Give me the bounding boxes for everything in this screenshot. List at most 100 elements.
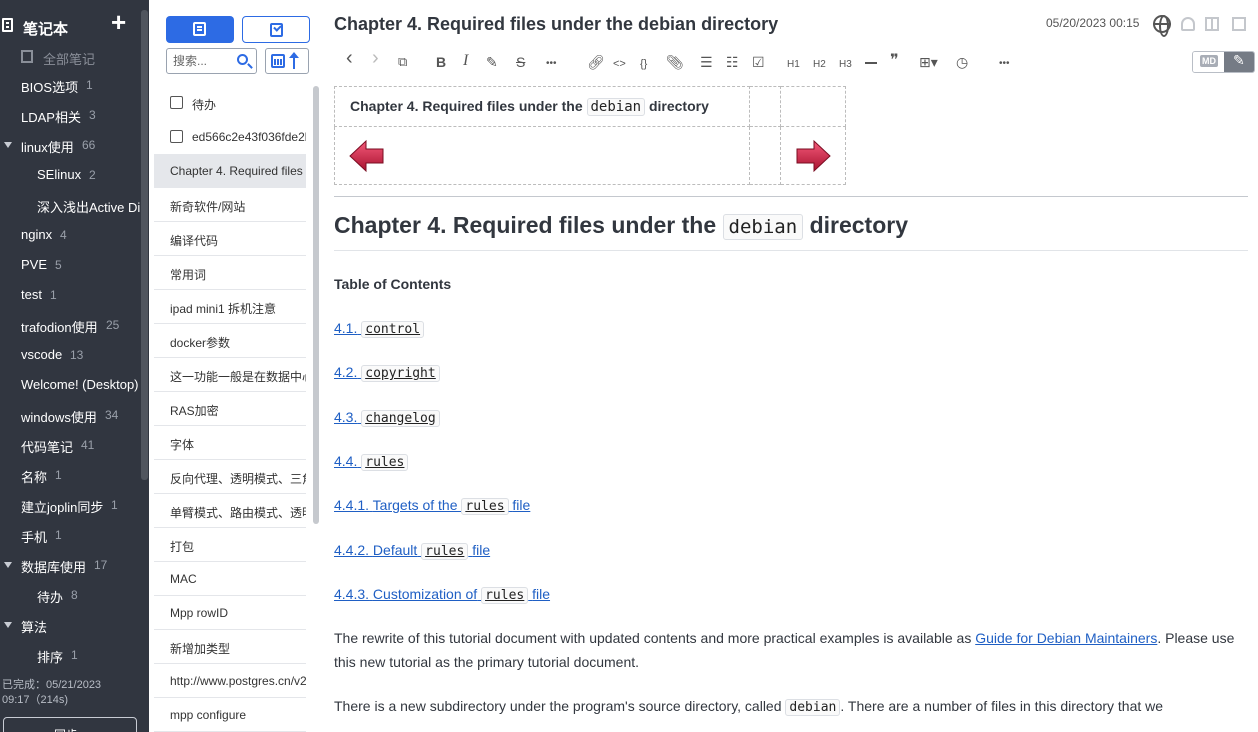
sidebar-scrollbar[interactable] [141, 10, 148, 480]
inline-code-button[interactable]: <> [613, 56, 626, 72]
note-list-item[interactable]: Chapter 4. Required files ur [154, 154, 306, 188]
italic-button[interactable]: I [463, 53, 468, 69]
bullet-list-icon[interactable]: ☰ [700, 54, 713, 70]
sidebar-item[interactable]: SElinux 2 [0, 164, 149, 188]
layout-toggle-icon[interactable] [1205, 17, 1219, 31]
heading2-button[interactable]: H2 [813, 57, 826, 73]
note-list-item[interactable]: mpp configure [154, 698, 306, 732]
highlight-icon[interactable]: ✎ [486, 54, 498, 70]
note-list-item[interactable]: 新增加类型 [154, 630, 306, 664]
clock-icon[interactable]: ◷ [956, 54, 968, 70]
note-list-item[interactable]: docker参数 [154, 324, 306, 358]
richtext-mode-icon[interactable] [1224, 52, 1254, 72]
markdown-mode-icon[interactable] [1193, 52, 1224, 72]
search-icon[interactable] [237, 54, 248, 65]
sidebar-item-count: 13 [70, 348, 84, 362]
sidebar-item[interactable]: 排序 1 [0, 644, 149, 668]
globe-icon[interactable] [1153, 15, 1171, 37]
forward-button[interactable]: › [372, 48, 379, 68]
toc-link[interactable]: 4.4.3. Customization of rules file [334, 586, 550, 604]
strikethrough-button[interactable]: S [516, 54, 525, 70]
toc-link[interactable]: 4.4.1. Targets of the rules file [334, 497, 530, 516]
search-input[interactable] [173, 53, 231, 69]
sidebar-item[interactable]: 建立joplin同步 1 [0, 494, 149, 518]
toc-link[interactable]: 4.3. changelog [334, 409, 440, 427]
sidebar-item[interactable]: 数据库使用 17 [0, 554, 149, 578]
note-list-item[interactable]: RAS加密 [154, 392, 306, 426]
sidebar-item[interactable]: linux使用 66 [0, 134, 149, 158]
sidebar-item[interactable]: windows使用 34 [0, 404, 149, 428]
note-list-item[interactable]: 编译代码 [154, 222, 306, 256]
bold-button[interactable]: B [436, 54, 446, 70]
sidebar-item[interactable]: trafodion使用 25 [0, 314, 149, 338]
sidebar-item[interactable]: 深入浅出Active Di [0, 194, 149, 218]
heading3-button[interactable]: H3 [839, 57, 852, 73]
new-note-button[interactable] [166, 16, 234, 43]
toc-code: rules [461, 498, 509, 516]
back-button[interactable]: ‹ [346, 48, 353, 68]
add-notebook-button[interactable]: + [111, 8, 126, 36]
sidebar-item[interactable]: PVE 5 [0, 254, 149, 278]
note-list-item[interactable]: Mpp rowID [154, 596, 306, 630]
window-icon[interactable] [1232, 17, 1246, 31]
blockquote-button[interactable]: ❞ [890, 53, 899, 69]
note-list-item[interactable]: 常用词 [154, 256, 306, 290]
sidebar-item[interactable]: LDAP相关 3 [0, 104, 149, 128]
numbered-list-icon[interactable]: ☷ [726, 54, 739, 70]
external-edit-icon[interactable]: ⧉ [398, 54, 407, 70]
sidebar-item[interactable]: 手机 1 [0, 524, 149, 548]
note-list-item[interactable]: 这一功能一般是在数据中心 [154, 358, 306, 392]
sidebar-item[interactable]: nginx 4 [0, 224, 149, 248]
todo-item[interactable]: 待办 [154, 86, 306, 120]
sort-order-arrow-icon[interactable] [289, 52, 299, 69]
todo-checkbox[interactable] [170, 130, 183, 143]
next-arrow-icon[interactable] [795, 139, 831, 173]
note-list-item[interactable]: MAC [154, 562, 306, 596]
chevron-down-icon[interactable] [4, 142, 12, 148]
note-list-item[interactable]: ipad mini1 拆机注意 [154, 290, 306, 324]
chevron-down-icon[interactable] [4, 562, 12, 568]
more-format-button[interactable]: ••• [546, 56, 557, 72]
attachment-icon[interactable]: 📎︎ [666, 54, 684, 70]
link-icon[interactable]: 🔗︎ [587, 54, 605, 70]
sidebar-item[interactable]: 待办 8 [0, 584, 149, 608]
toc-link[interactable]: 4.4.2. Default rules file [334, 542, 490, 560]
note-list-item[interactable]: 字体 [154, 426, 306, 460]
table-icon[interactable]: ⊞▾ [919, 54, 938, 70]
heading1-button[interactable]: H1 [787, 57, 800, 73]
more-options-button[interactable]: ••• [999, 56, 1010, 72]
all-notes-item[interactable]: 全部笔记 [0, 46, 149, 68]
editor-mode-toggle[interactable] [1192, 51, 1255, 73]
note-list-item[interactable]: 新奇软件/网站 [154, 188, 306, 222]
note-title-label: ipad mini1 拆机注意 [170, 302, 277, 316]
sidebar-item[interactable]: BIOS选项 1 [0, 74, 149, 98]
sidebar-item[interactable]: 算法 [0, 614, 149, 638]
code-block-button[interactable]: {} [640, 56, 647, 72]
toc-number: 4.1. [334, 320, 358, 336]
note-list-item[interactable]: 打包 [154, 528, 306, 562]
note-list-item[interactable]: 单臂模式、路由模式、透明 [154, 494, 306, 528]
note-title[interactable]: Chapter 4. Required files under the debi… [334, 14, 778, 35]
prev-arrow-icon[interactable] [349, 139, 385, 173]
toc-link[interactable]: 4.1. control [334, 320, 425, 338]
calendar-sort-icon[interactable] [271, 54, 285, 68]
toc-link[interactable]: 4.4. rules [334, 453, 409, 471]
horizontal-rule-icon[interactable] [865, 62, 877, 64]
notebook-icon [2, 18, 13, 32]
alarm-icon[interactable] [1181, 17, 1195, 31]
sidebar-item[interactable]: Welcome! (Desktop) [0, 374, 149, 398]
sidebar-item[interactable]: 名称 1 [0, 464, 149, 488]
todo-item[interactable]: ed566c2e43f036fde2b [154, 120, 306, 154]
sidebar-item[interactable]: test 1 [0, 284, 149, 308]
guide-link[interactable]: Guide for Debian Maintainers [975, 630, 1157, 646]
new-todo-button[interactable] [242, 16, 310, 43]
note-list-item[interactable]: 反向代理、透明模式、三角 [154, 460, 306, 494]
checklist-icon[interactable]: ☑ [752, 54, 765, 70]
sidebar-item[interactable]: 代码笔记 41 [0, 434, 149, 458]
sync-button[interactable]: 同步 [3, 717, 137, 732]
note-list-item[interactable]: http://www.postgres.cn/v2, [154, 664, 306, 698]
toc-link[interactable]: 4.2. copyright [334, 364, 440, 383]
chevron-down-icon[interactable] [4, 622, 12, 628]
sidebar-item[interactable]: vscode 13 [0, 344, 149, 368]
todo-checkbox[interactable] [170, 96, 183, 109]
